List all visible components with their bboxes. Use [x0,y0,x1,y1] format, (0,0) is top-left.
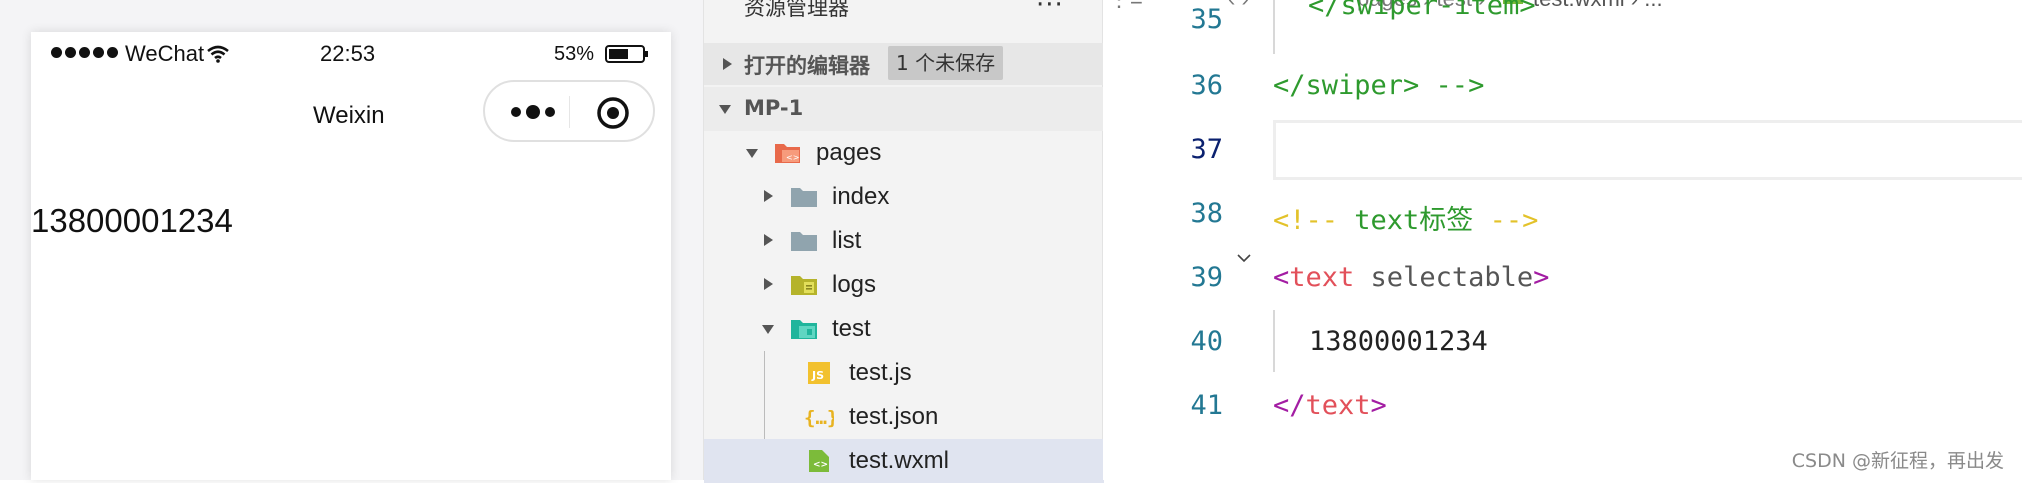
unsaved-badge: 1 个未保存 [888,46,1004,80]
status-bar: WeChat 22:53 53% [31,32,671,76]
tag-bracket: < [1273,262,1290,293]
tree-item-test-wxml[interactable]: <> test.wxml [704,439,1104,483]
code-text: <!-- text标签 --> [1273,198,1538,237]
chevron-right-icon [764,278,773,290]
selectable-text[interactable]: 13800001234 [31,202,233,240]
comment-close: --> [1473,205,1539,236]
battery-icon [605,45,648,63]
explorer-title: 资源管理器 [744,0,849,20]
tag-bracket: </ [1273,390,1306,421]
code-text: </text> [1273,390,1387,421]
code-text: <text selectable> [1273,262,1549,293]
tree-item-test[interactable]: test [704,307,1104,351]
code-text: </swiper> --> [1273,70,1484,101]
more-menu-icon[interactable] [505,100,561,124]
status-time: 22:53 [320,41,376,66]
open-editors-section[interactable]: 打开的编辑器 1 个未保存 [704,43,1104,85]
tag-bracket: > [1533,262,1550,293]
json-file-icon: {…} [804,407,834,429]
tree-item-label: test.js [849,359,912,386]
code-editor[interactable]: ⋮≡ ‹ › pages › test › test.wxml › ... 35… [1103,0,2022,480]
tree-item-list[interactable]: list [704,219,1104,263]
tree-item-index[interactable]: index [704,175,1104,219]
folder-open-pages-icon: <> [775,144,800,163]
js-file-icon: JS [808,362,830,384]
file-explorer: 资源管理器 ··· 打开的编辑器 1 个未保存 MP-1 <> pages in… [703,0,1104,483]
project-label: MP-1 [744,96,804,120]
tree-item-logs[interactable]: logs [704,263,1104,307]
chevron-right-icon [764,234,773,246]
code-line-39[interactable]: 39 <text selectable> [1103,262,2022,324]
close-mini-program-icon[interactable] [595,95,631,131]
tree-item-label: list [832,227,862,254]
explorer-more-icon[interactable]: ··· [1036,0,1064,20]
watermark: CSDN @新征程，再出发 [1791,450,2004,472]
tree-item-test-js[interactable]: JS test.js [704,351,1104,395]
tree-item-test-json[interactable]: {…} test.json [704,395,1104,439]
chevron-down-icon [746,149,758,158]
project-section[interactable]: MP-1 [704,87,1104,131]
simulator-panel: WeChat 22:53 53% Weixin 13800001234 [0,0,703,480]
menu-capsule [483,80,655,142]
folder-logs-icon [791,276,817,295]
line-number: 38 [1190,198,1223,229]
tag-bracket: > [1370,390,1387,421]
code-line-35[interactable]: 35 </swiper-item> [1103,0,2022,66]
phone-screen: WeChat 22:53 53% Weixin 13800001234 [31,32,671,480]
folder-icon [791,232,817,251]
line-number: 35 [1190,4,1223,35]
code-line-37[interactable]: 37 [1103,134,2022,196]
comment-body: text标签 [1354,205,1474,236]
code-text: 13800001234 [1309,326,1488,357]
signal-dots-icon [51,47,118,58]
code-line-40[interactable]: 40 13800001234 [1103,326,2022,388]
carrier-name: WeChat [125,41,205,66]
fold-chevron-down-icon[interactable] [1236,250,1252,266]
tree-item-label: test.json [849,403,939,430]
code-line-36[interactable]: 36 </swiper> --> [1103,70,2022,132]
tag-name: text [1289,262,1355,293]
chevron-right-icon [723,58,732,70]
code-text: </swiper-item> [1308,0,1536,21]
svg-text:<>: <> [786,153,799,162]
line-number: 37 [1190,134,1223,165]
attribute-name: selectable [1354,262,1534,293]
chevron-down-icon [719,105,731,114]
comment-open: <!-- [1273,205,1355,236]
line-number: 36 [1190,70,1223,101]
tree-item-label: test [832,315,871,342]
line-number: 39 [1190,262,1223,293]
svg-text:{…}: {…} [804,407,834,429]
open-editors-label: 打开的编辑器 [744,54,870,78]
folder-open-test-icon [791,320,817,339]
capsule-divider [569,96,570,128]
folder-icon [791,188,817,207]
line-number: 40 [1190,326,1223,357]
chevron-down-icon [762,325,774,334]
battery-percent: 53% [554,43,595,65]
chevron-right-icon [764,190,773,202]
tree-item-label: index [832,183,890,210]
tree-item-label: test.wxml [849,447,950,474]
tree-item-label: pages [816,139,882,166]
tag-name: text [1305,390,1371,421]
wifi-icon [207,45,229,63]
code-line-41[interactable]: 41 </text> [1103,390,2022,452]
svg-text:<>: <> [813,460,828,470]
wxml-file-icon: <> [809,450,829,472]
svg-text:JS: JS [811,369,824,382]
line-number: 41 [1190,390,1223,421]
tree-item-label: logs [832,271,877,298]
tree-item-pages[interactable]: <> pages [704,131,1104,175]
closing-tag: </swiper> --> [1273,70,1485,101]
